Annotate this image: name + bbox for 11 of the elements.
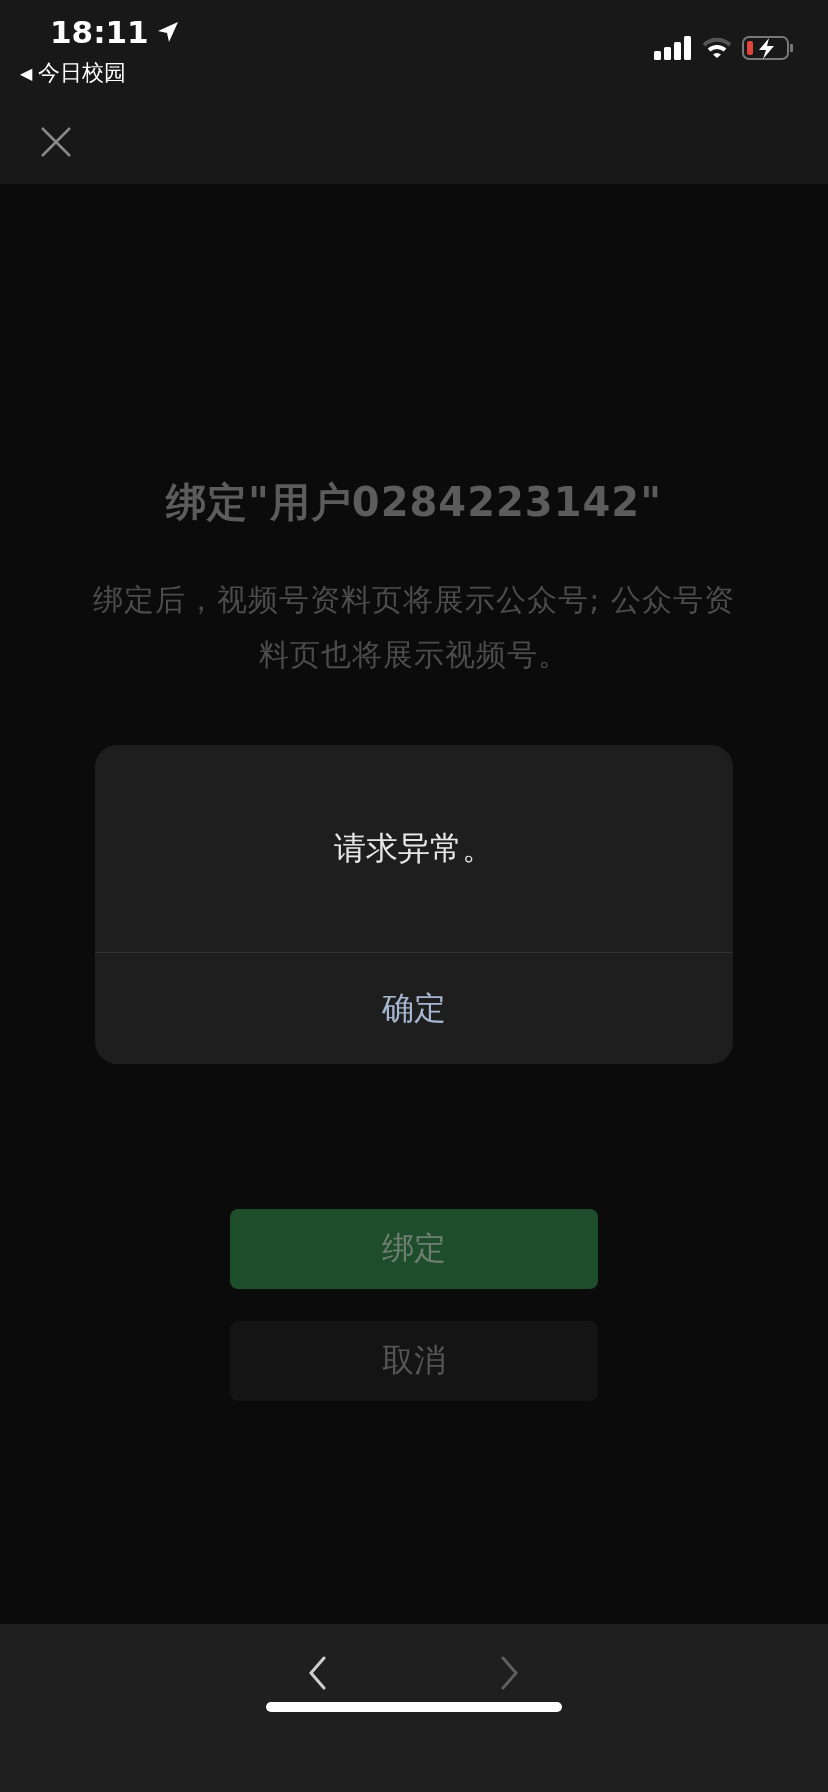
wifi-icon [702, 37, 732, 59]
time: 18:11 [50, 14, 149, 50]
signal-icon [654, 36, 692, 60]
description: 绑定后，视频号资料页将展示公众号; 公众号资料页也将展示视频号。 [92, 581, 736, 674]
page-title: 绑定"用户0284223142" [166, 478, 662, 527]
battery-charging-icon [742, 36, 794, 60]
confirm-button[interactable]: 确定 [95, 953, 733, 1064]
location-arrow-icon [156, 21, 179, 43]
alert-message: 请求异常。 [334, 827, 494, 869]
back-to-app-link[interactable]: ◀ 今日校园 [20, 58, 127, 88]
close-icon[interactable] [41, 127, 71, 157]
